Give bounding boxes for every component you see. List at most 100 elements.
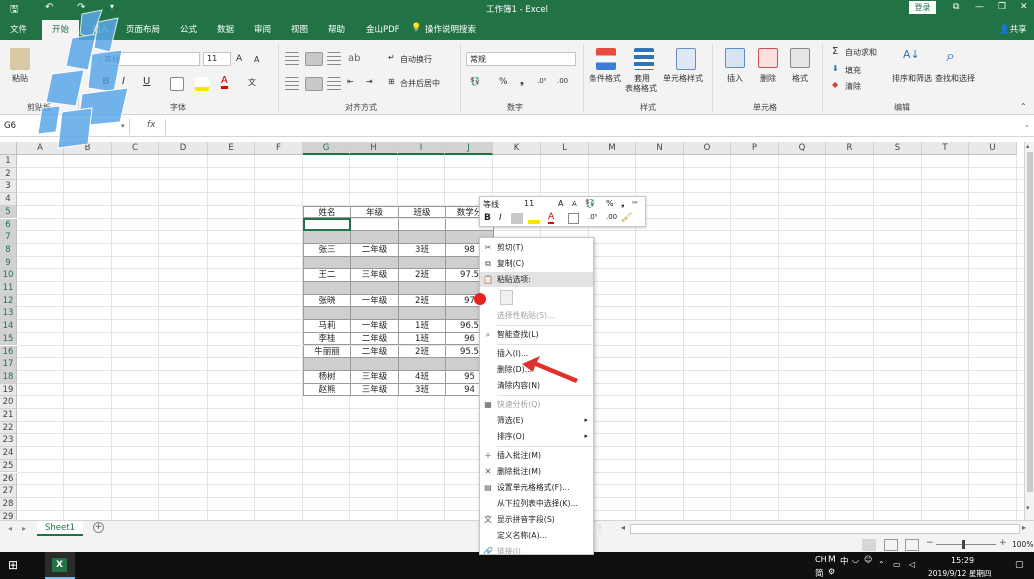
row-header-2[interactable]: 2: [0, 167, 17, 181]
excel-taskbar-button[interactable]: X: [45, 552, 75, 579]
prev-sheet-icon[interactable]: ◂: [8, 524, 12, 533]
clock-time[interactable]: 15:29: [951, 556, 974, 565]
table-cell[interactable]: 3班: [398, 243, 446, 257]
decrease-decimal-icon[interactable]: .00: [557, 77, 568, 85]
row-header-16[interactable]: 16: [0, 345, 17, 359]
align-right-icon[interactable]: [327, 77, 341, 91]
menu-sort[interactable]: 排序(O) ▸: [480, 429, 593, 444]
table-cell[interactable]: 王二: [303, 269, 351, 282]
find-select-button[interactable]: 查找和选择: [935, 73, 975, 84]
mini-italic-button[interactable]: I: [499, 213, 502, 223]
column-header-K[interactable]: K: [493, 142, 541, 155]
table-cell[interactable]: 一年级: [350, 320, 399, 333]
decrease-indent-icon[interactable]: ⇤: [347, 77, 354, 86]
mini-bold-button[interactable]: B: [484, 213, 491, 223]
table-cell[interactable]: 三年级: [350, 370, 399, 384]
column-header-L[interactable]: L: [541, 142, 589, 155]
minimize-button[interactable]: —: [975, 2, 984, 12]
tab-data[interactable]: 数据: [217, 23, 234, 35]
menu-format-cells[interactable]: ▤ 设置单元格格式(F)...: [480, 480, 593, 495]
column-header-M[interactable]: M: [589, 142, 636, 155]
ime-mode-icon[interactable]: M: [828, 555, 836, 565]
login-button[interactable]: 登录: [909, 1, 936, 14]
cell-styles-button[interactable]: 单元格样式: [663, 73, 703, 84]
table-cell[interactable]: 马莉: [303, 320, 351, 333]
table-cell[interactable]: 2班: [398, 345, 446, 359]
normal-view-icon[interactable]: [862, 539, 876, 551]
clear-button[interactable]: 清除: [845, 81, 861, 92]
table-cell[interactable]: [398, 231, 446, 244]
mini-percent-button[interactable]: %: [606, 199, 614, 208]
row-header-20[interactable]: 20: [0, 396, 17, 409]
row-header-12[interactable]: 12: [0, 294, 17, 308]
align-center-icon[interactable]: [305, 77, 323, 91]
table-cell[interactable]: 二年级: [350, 345, 399, 359]
increase-font-icon[interactable]: A: [236, 54, 242, 64]
ime-chinese[interactable]: 中: [840, 555, 849, 567]
merge-center-button[interactable]: 合并后居中: [400, 78, 440, 89]
table-cell[interactable]: 李桂: [303, 332, 351, 346]
vertical-scrollbar[interactable]: ▴ ▾: [1024, 142, 1034, 520]
mini-decrease-decimal-icon[interactable]: .00: [606, 213, 617, 221]
next-sheet-icon[interactable]: ▸: [22, 524, 26, 533]
mini-align-center-icon[interactable]: [511, 213, 523, 224]
tab-view[interactable]: 视图: [291, 23, 308, 35]
column-header-I[interactable]: I: [398, 142, 445, 155]
phonetic-icon[interactable]: 文: [248, 77, 256, 88]
scroll-right-icon[interactable]: ▸: [1022, 523, 1026, 532]
number-format-box[interactable]: 常规: [466, 52, 576, 66]
column-header-Q[interactable]: Q: [779, 142, 826, 155]
select-all-corner[interactable]: [0, 142, 17, 155]
row-header-8[interactable]: 8: [0, 243, 17, 257]
row-header-24[interactable]: 24: [0, 447, 17, 460]
table-cell[interactable]: [398, 358, 446, 371]
menu-smart-lookup[interactable]: ⌕ 智能查找(L): [480, 327, 593, 342]
table-cell[interactable]: [350, 358, 399, 371]
clock-date[interactable]: 2019/9/12 星期四: [928, 568, 991, 579]
windows-start-icon[interactable]: ⊞: [8, 558, 18, 572]
table-cell[interactable]: [350, 231, 399, 244]
table-cell[interactable]: 三年级: [350, 269, 399, 282]
mini-shrink-font-icon[interactable]: A: [572, 200, 577, 208]
add-sheet-icon[interactable]: +: [93, 522, 104, 533]
table-cell[interactable]: 3班: [398, 383, 446, 397]
decrease-font-icon[interactable]: A: [254, 55, 259, 64]
row-header-26[interactable]: 26: [0, 472, 17, 486]
align-top-icon[interactable]: [285, 52, 299, 66]
table-cell[interactable]: 牛丽丽: [303, 345, 351, 359]
expand-formula-icon[interactable]: ⌄: [1024, 121, 1030, 129]
tab-formulas[interactable]: 公式: [180, 23, 197, 35]
zoom-slider[interactable]: [936, 544, 996, 545]
menu-insert-comment[interactable]: ＋ 插入批注(M): [480, 448, 593, 463]
ime-lang[interactable]: CH: [815, 555, 827, 564]
table-cell[interactable]: [303, 256, 351, 270]
mini-currency-icon[interactable]: 💱: [585, 199, 595, 208]
ime-gear-icon[interactable]: ⚙: [828, 567, 835, 576]
border-icon[interactable]: [170, 77, 184, 91]
wrap-text-icon[interactable]: ↵: [388, 53, 395, 62]
table-cell[interactable]: 二年级: [350, 243, 399, 257]
horizontal-scrollbar[interactable]: [630, 524, 1020, 534]
align-bottom-icon[interactable]: [327, 52, 341, 66]
menu-filter[interactable]: 筛选(E) ▸: [480, 413, 593, 428]
format-as-table-label-2[interactable]: 表格格式: [625, 83, 657, 94]
ime-settings-icon[interactable]: ☺: [864, 555, 872, 564]
table-cell[interactable]: 张晓: [303, 294, 351, 308]
format-cells-icon[interactable]: [790, 48, 810, 68]
increase-decimal-icon[interactable]: .0⁰: [537, 77, 547, 85]
table-cell[interactable]: 一年级: [350, 294, 399, 308]
mini-fill-color-icon[interactable]: [528, 213, 540, 224]
menu-paste-icon[interactable]: [480, 288, 593, 308]
table-cell[interactable]: [350, 282, 399, 295]
scroll-up-icon[interactable]: ▴: [1026, 142, 1030, 150]
table-cell[interactable]: [398, 256, 446, 270]
maximize-button[interactable]: ❐: [998, 2, 1006, 12]
ime-punct-icon[interactable]: ◡: [852, 555, 859, 564]
row-header-19[interactable]: 19: [0, 383, 17, 397]
row-header-13[interactable]: 13: [0, 307, 17, 321]
row-header-7[interactable]: 7: [0, 231, 17, 244]
mini-font-box[interactable]: 等线: [483, 199, 523, 210]
zoom-level[interactable]: 100%: [1012, 540, 1033, 549]
fill-icon[interactable]: ⬇: [832, 64, 839, 73]
insert-cells-icon[interactable]: [725, 48, 745, 68]
